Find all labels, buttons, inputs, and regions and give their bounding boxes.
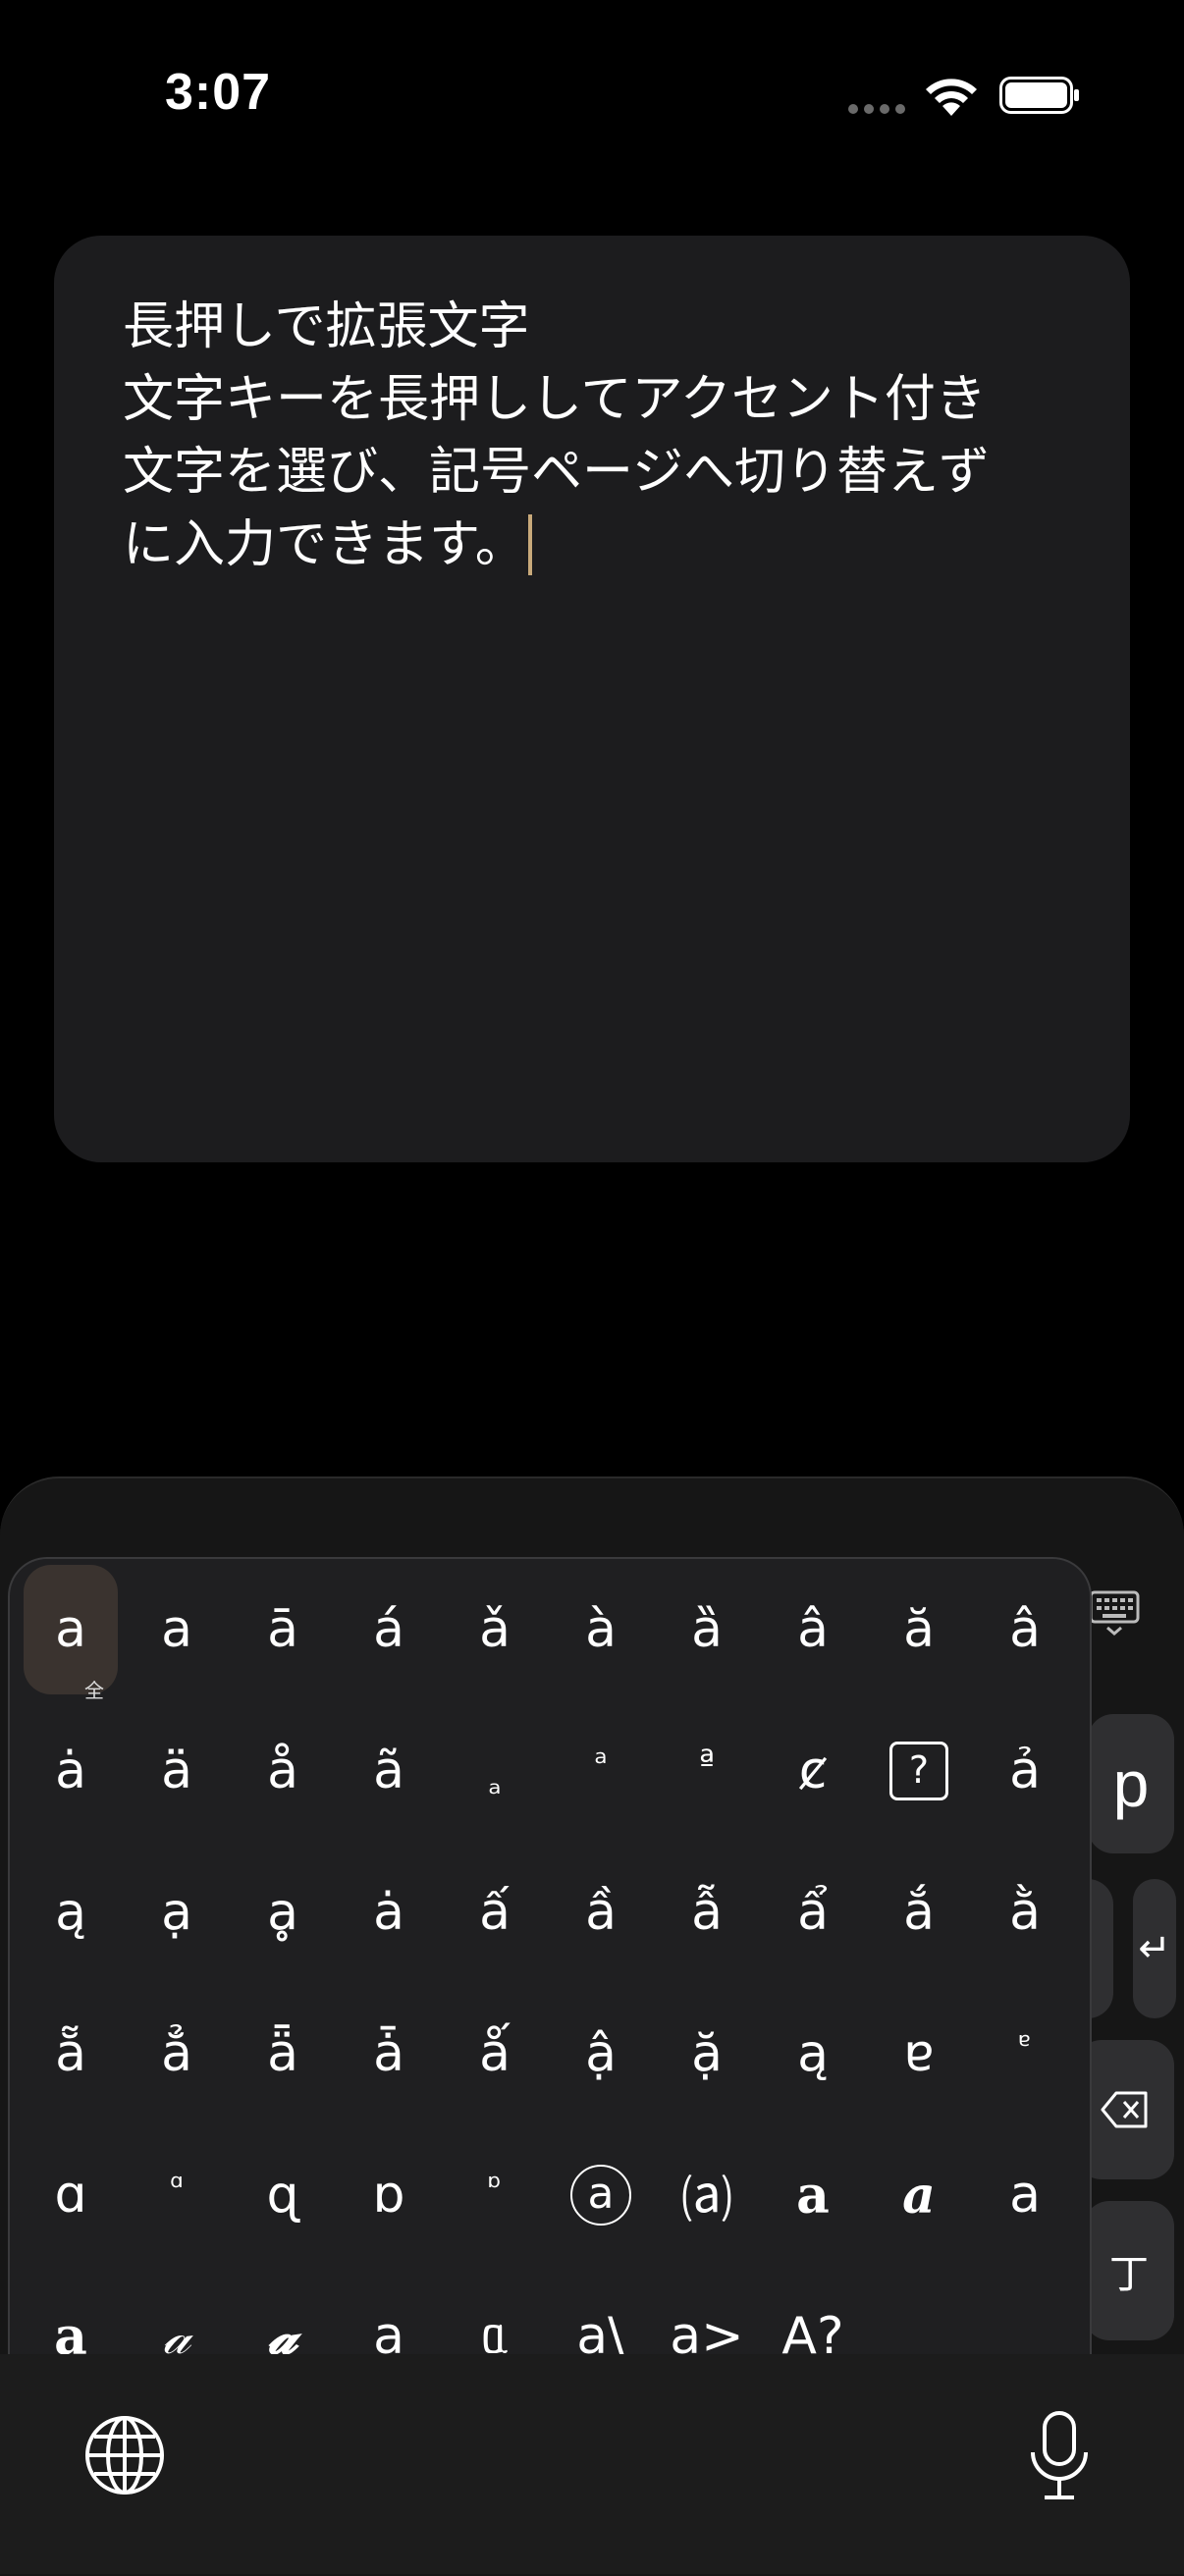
accent-option-label: ? — [889, 1742, 948, 1800]
cellular-signal-icon — [848, 104, 905, 114]
accent-option[interactable]: å — [230, 1700, 336, 1842]
accent-option[interactable]: а — [336, 2266, 442, 2356]
globe-icon[interactable] — [82, 2413, 167, 2497]
accent-option[interactable]: ą — [18, 1842, 124, 1983]
accent-option[interactable]: ḁ — [230, 1842, 336, 1983]
accent-option[interactable]: A? — [760, 2266, 866, 2356]
keyboard-bottom-bar — [0, 2354, 1184, 2574]
accent-option[interactable]: ᶛ — [442, 2124, 548, 2266]
accent-option[interactable]: ă — [866, 1559, 972, 1700]
accent-option[interactable]: ɑ — [18, 2124, 124, 2266]
accent-option[interactable]: ǡ — [336, 1983, 442, 2124]
accent-option[interactable]: ᥲ — [442, 2266, 548, 2357]
text-editor[interactable]: 長押しで拡張文字 文字キーを長押ししてアクセント付き 文字を選び、記号ページへ切… — [54, 236, 1130, 1162]
accent-option[interactable]: ȼ — [760, 1700, 866, 1842]
accent-option[interactable]: 𝒂 — [866, 2124, 972, 2266]
accent-option[interactable]: ẫ — [654, 1842, 760, 1983]
key-gyo[interactable]: 丁 — [1084, 2201, 1174, 2340]
accent-option[interactable]: ầ — [548, 1842, 654, 1983]
accent-option[interactable]: ȧ — [18, 1700, 124, 1842]
accent-option[interactable]: a> — [654, 2266, 760, 2356]
accent-option[interactable]: ä — [124, 1700, 230, 1842]
editor-text: 長押しで拡張文字 文字キーを長押ししてアクセント付き 文字を選び、記号ページへ切… — [123, 297, 990, 574]
accent-option[interactable]: a\ — [548, 2266, 654, 2356]
text-caret — [527, 514, 532, 575]
accent-option[interactable]: ȧ — [336, 1842, 442, 1983]
accent-option[interactable]: ₐ — [442, 1700, 548, 1842]
wifi-icon — [926, 79, 977, 116]
accent-option[interactable]: ẩ — [760, 1842, 866, 1983]
accent-option[interactable]: ɒ — [336, 2124, 442, 2266]
accent-option[interactable]: ᵄ — [972, 1983, 1078, 2124]
accent-option[interactable]: ằ — [972, 1842, 1078, 1983]
accent-option[interactable]: á — [336, 1559, 442, 1700]
accent-option[interactable]: 𝒶 — [124, 2266, 230, 2357]
accent-option[interactable]: ẵ — [18, 1983, 124, 2124]
accent-option[interactable]: 𝐚 — [760, 2124, 866, 2266]
accent-option-label: a — [570, 2165, 631, 2226]
keyboard-icon[interactable] — [1088, 1584, 1141, 1637]
accent-option[interactable]: ª — [654, 1700, 760, 1842]
accent-option[interactable]: ǟ — [230, 1983, 336, 2124]
accent-option[interactable]: ǻ — [442, 1983, 548, 2124]
status-time: 3:07 — [165, 64, 272, 121]
accent-popup: a 全 a ā á ǎ à ȁ â ă â ȧ ä å ã ₐ ᵃ ª ȼ? ả ą ạ ḁ ȧ ấ ầ ẫ ẩ ắ ằ ẵ ẳ ǟ ǡ ǻ ậ ặ ą ɐ… — [8, 1557, 1092, 2356]
accent-option[interactable]: ą — [760, 1983, 866, 2124]
accent-option[interactable]: a — [124, 1559, 230, 1700]
accent-option[interactable]: ậ — [548, 1983, 654, 2124]
accent-option[interactable]: ⒜ — [654, 2124, 760, 2266]
accent-option[interactable]: ả — [972, 1700, 1078, 1842]
accent-option[interactable]: a — [548, 2124, 654, 2266]
accent-grid: a 全 a ā á ǎ à ȁ â ă â ȧ ä å ã ₐ ᵃ ª ȼ? ả ą ạ ḁ ȧ ấ ầ ẫ ẩ ắ ằ ẵ ẳ ǟ ǡ ǻ ậ ặ ą ɐ… — [10, 1559, 1090, 2357]
accent-option[interactable]: ɐ — [866, 1983, 972, 2124]
accent-option[interactable]: ã — [336, 1700, 442, 1842]
accent-option[interactable]: â — [972, 1559, 1078, 1700]
accent-option[interactable]: ᵅ — [124, 2124, 230, 2266]
key-p[interactable]: p — [1088, 1714, 1174, 1853]
accent-option[interactable]: 𝓪 — [230, 2266, 336, 2356]
delete-icon — [1101, 2091, 1148, 2128]
accent-option[interactable]: ấ — [442, 1842, 548, 1983]
accent-option[interactable]: a全 — [24, 1565, 118, 1702]
accent-option[interactable]: à — [548, 1559, 654, 1700]
accent-option[interactable]: â — [760, 1559, 866, 1700]
microphone-icon[interactable] — [1025, 2409, 1094, 2503]
accent-option[interactable]: a — [972, 2124, 1078, 2266]
accent-option[interactable]: ɋ — [230, 2124, 336, 2266]
accent-option[interactable]: ặ — [654, 1983, 760, 2124]
accent-option[interactable]: ắ — [866, 1842, 972, 1983]
selected-badge: 全 — [84, 1679, 104, 1702]
return-key[interactable]: ↵ — [1133, 1879, 1176, 2018]
accent-option[interactable]: ạ — [124, 1842, 230, 1983]
accent-option[interactable]: ? — [866, 1700, 972, 1842]
accent-option[interactable]: 𝐚 — [18, 2266, 124, 2357]
accent-option[interactable]: ǎ — [442, 1559, 548, 1700]
accent-option[interactable]: ā — [230, 1559, 336, 1700]
accent-option[interactable]: ȁ — [654, 1559, 760, 1700]
battery-icon — [999, 77, 1079, 114]
accent-option[interactable]: ẳ — [124, 1983, 230, 2124]
accent-option[interactable]: ᵃ — [548, 1700, 654, 1842]
